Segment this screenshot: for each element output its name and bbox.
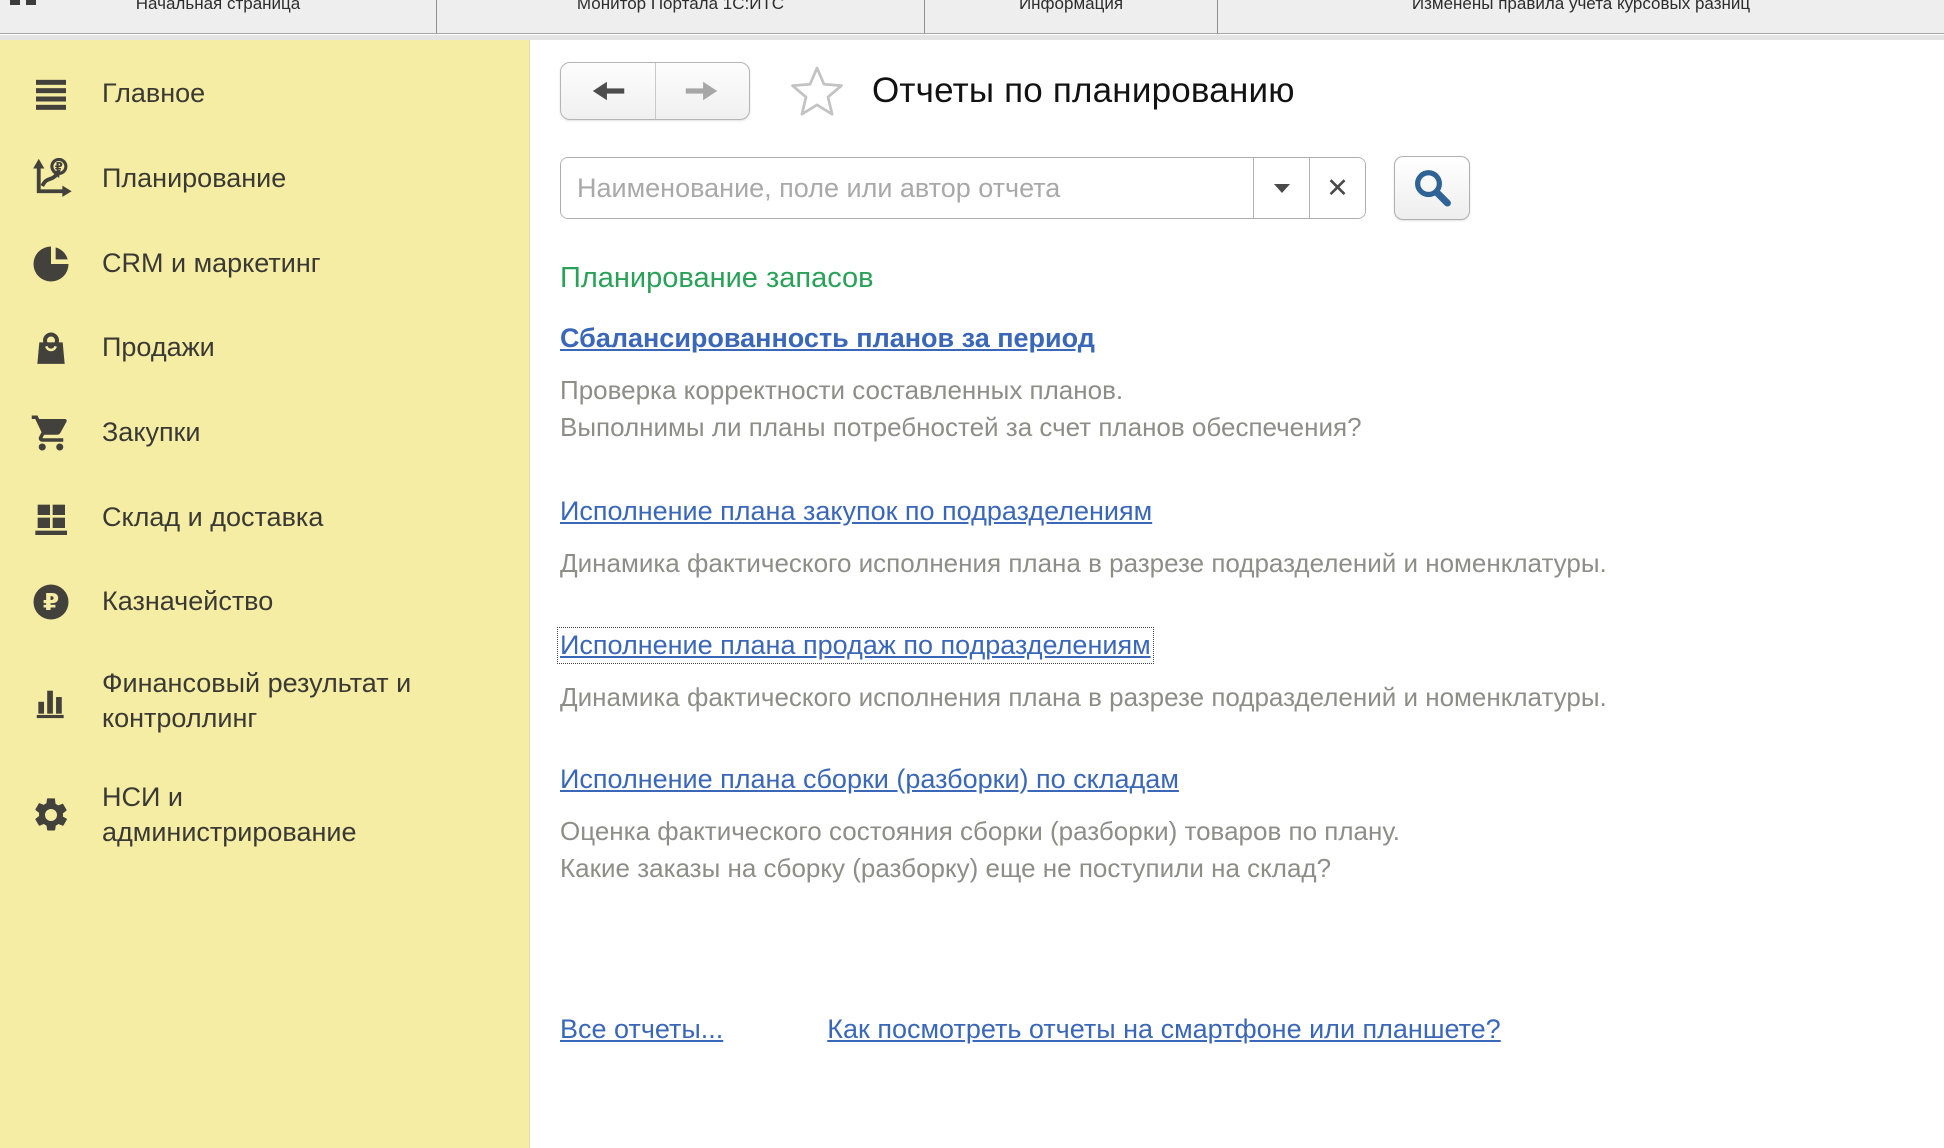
- warehouse-icon: [0, 498, 102, 538]
- sidebar-item-label: Продажи: [102, 330, 225, 365]
- tab-its-monitor[interactable]: Монитор Портала 1С:ИТС: [437, 0, 925, 34]
- tab-exchange-rules[interactable]: Изменены правила учета курсовых разниц: [1218, 0, 1944, 34]
- page-title: Отчеты по планированию: [872, 71, 1295, 111]
- svg-text:₽: ₽: [43, 588, 59, 616]
- report-description: Оценка фактического состояния сборки (ра…: [560, 813, 1944, 887]
- sidebar-item-main[interactable]: Главное: [0, 52, 529, 136]
- sidebar-item-label: Казначейство: [102, 584, 283, 619]
- sidebar-item-label: Главное: [102, 76, 215, 111]
- sidebar-item-purchases[interactable]: Закупки: [0, 390, 529, 476]
- tab-label: Изменены правила учета курсовых разниц: [1412, 0, 1750, 14]
- sidebar-item-label: Планирование: [102, 161, 296, 196]
- close-icon: ✕: [1326, 175, 1349, 202]
- tab-label: Информация: [1019, 0, 1123, 14]
- search-input[interactable]: [561, 158, 1253, 218]
- chevron-down-icon: [1274, 184, 1290, 193]
- report-description: Динамика фактического исполнения плана в…: [560, 679, 1944, 716]
- shopping-bag-icon: [0, 328, 102, 368]
- tab-information[interactable]: Информация: [925, 0, 1218, 34]
- report-link-assembly-plan[interactable]: Исполнение плана сборки (разборки) по ск…: [560, 764, 1179, 795]
- tab-label: Начальная страница: [136, 0, 301, 14]
- tab-label: Монитор Портала 1С:ИТС: [577, 0, 784, 14]
- report-link-sales-plan[interactable]: Исполнение плана продаж по подразделения…: [560, 630, 1151, 661]
- tab-bar: Начальная страница Монитор Портала 1С:ИТ…: [0, 0, 1944, 34]
- navigation-row: Отчеты по планированию: [560, 60, 1944, 122]
- back-button[interactable]: [561, 63, 656, 119]
- report-description: Проверка корректности составленных плано…: [560, 372, 1944, 446]
- sidebar-item-sales[interactable]: Продажи: [0, 306, 529, 390]
- planning-chart-icon: ₽: [0, 158, 102, 200]
- sidebar-item-label: Закупки: [102, 415, 210, 450]
- sections-sidebar: Главное ₽ Планирование: [0, 40, 530, 1148]
- sidebar-item-planning[interactable]: ₽ Планирование: [0, 136, 529, 222]
- sidebar-item-label: Финансовый результат и контроллинг: [102, 666, 482, 736]
- sidebar-item-warehouse[interactable]: Склад и доставка: [0, 476, 529, 560]
- report-item: Исполнение плана закупок по подразделени…: [560, 496, 1944, 582]
- favorite-star-icon[interactable]: [788, 63, 846, 119]
- shopping-cart-icon: [0, 412, 102, 454]
- footer-links-row: Все отчеты... Как посмотреть отчеты на с…: [560, 1014, 1944, 1045]
- sidebar-item-finance[interactable]: Финансовый результат и контроллинг: [0, 644, 529, 758]
- sidebar-item-treasury[interactable]: ₽ Казначейство: [0, 560, 529, 644]
- svg-text:₽: ₽: [55, 159, 63, 173]
- search-dropdown-button[interactable]: [1253, 158, 1309, 218]
- report-search-field: ✕: [560, 157, 1366, 219]
- ruble-coin-icon: ₽: [0, 582, 102, 622]
- section-heading: Планирование запасов: [560, 262, 1944, 295]
- report-item: Исполнение плана продаж по подразделения…: [560, 630, 1944, 716]
- history-nav-group: [560, 62, 750, 120]
- report-link-purchase-plan[interactable]: Исполнение плана закупок по подразделени…: [560, 496, 1152, 527]
- sidebar-item-crm[interactable]: CRM и маркетинг: [0, 222, 529, 306]
- forward-button[interactable]: [656, 63, 750, 119]
- report-link-balance-of-plans[interactable]: Сбалансированность планов за период: [560, 323, 1095, 354]
- sidebar-item-label: CRM и маркетинг: [102, 246, 331, 281]
- pie-chart-icon: [0, 244, 102, 284]
- all-reports-link[interactable]: Все отчеты...: [560, 1014, 723, 1045]
- gear-icon: [0, 795, 102, 835]
- sidebar-item-admin[interactable]: НСИ и администрирование: [0, 758, 529, 872]
- search-button[interactable]: [1394, 156, 1470, 220]
- search-icon: [1411, 167, 1453, 209]
- report-item: Сбалансированность планов за период Пров…: [560, 323, 1944, 446]
- search-row: ✕: [560, 156, 1944, 220]
- report-item: Исполнение плана сборки (разборки) по ск…: [560, 764, 1944, 887]
- main-content: Отчеты по планированию ✕ Планирование за…: [531, 40, 1944, 1148]
- sidebar-item-label: НСИ и администрирование: [102, 780, 432, 850]
- tab-home[interactable]: Начальная страница: [0, 0, 437, 34]
- search-clear-button[interactable]: ✕: [1309, 158, 1365, 218]
- bar-chart-icon: [0, 682, 102, 720]
- report-description: Динамика фактического исполнения плана в…: [560, 545, 1944, 582]
- menu-icon: [0, 74, 102, 114]
- sidebar-item-label: Склад и доставка: [102, 500, 333, 535]
- home-tab-icon: [10, 0, 36, 6]
- mobile-reports-help-link[interactable]: Как посмотреть отчеты на смартфоне или п…: [827, 1014, 1500, 1045]
- app-window: Начальная страница Монитор Портала 1С:ИТ…: [0, 0, 1944, 1148]
